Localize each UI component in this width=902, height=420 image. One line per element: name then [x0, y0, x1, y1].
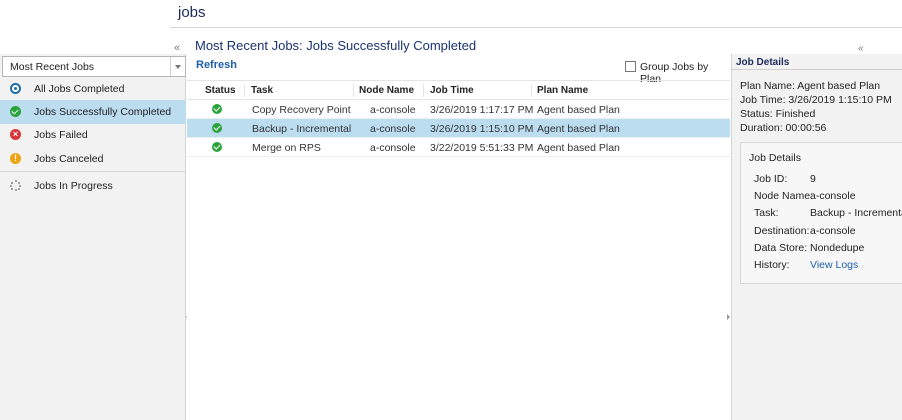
column-divider — [353, 84, 354, 97]
sidebar-item-label: Jobs Canceled — [34, 153, 104, 165]
header-divider — [170, 27, 902, 28]
cell-node-name: a-console — [370, 142, 416, 154]
cell-node-name: a-console — [370, 104, 416, 116]
sidebar-item-jobs-in-progress[interactable]: Jobs In Progress — [0, 174, 186, 198]
job-filter-sidebar: Most Recent Jobs All Jobs Completed Jobs… — [0, 54, 186, 420]
cell-plan-name: Agent based Plan — [537, 104, 620, 116]
view-logs-link[interactable]: View Logs — [810, 259, 858, 271]
cell-job-time: 3/26/2019 1:15:10 PM — [430, 123, 534, 135]
job-details-heading: Job Details — [736, 57, 790, 68]
detail-value-destination: a-console — [810, 225, 856, 237]
sidebar-item-label: Jobs Failed — [34, 129, 88, 141]
summary-status: Status: Finished — [740, 108, 816, 120]
target-icon — [10, 83, 21, 94]
sidebar-item-jobs-successfully-completed[interactable]: Jobs Successfully Completed — [0, 100, 186, 124]
success-check-icon — [212, 123, 222, 133]
cell-task: Backup - Incremental — [252, 123, 352, 135]
cell-task: Copy Recovery Point — [252, 104, 351, 116]
job-details-box: Job Details Job ID: 9 Node Name: a-conso… — [740, 142, 902, 284]
job-details-header: Job Details — [732, 54, 902, 70]
table-row[interactable]: Merge on RPS a-console 3/22/2019 5:51:33… — [187, 138, 730, 157]
collapse-right-panel-icon[interactable]: « — [858, 43, 864, 54]
error-circle-icon: × — [10, 129, 21, 140]
column-divider — [531, 84, 532, 97]
summary-job-time: Job Time: 3/26/2019 1:15:10 PM — [740, 94, 892, 106]
job-filter-dropdown[interactable]: Most Recent Jobs — [2, 56, 186, 77]
sidebar-item-jobs-failed[interactable]: × Jobs Failed — [0, 123, 186, 147]
detail-value-task: Backup - Incremental — [810, 207, 902, 219]
detail-label-task: Task: — [754, 207, 779, 219]
sidebar-item-all-jobs-completed[interactable]: All Jobs Completed — [0, 77, 186, 101]
cell-task: Merge on RPS — [252, 142, 321, 154]
sidebar-item-label: All Jobs Completed — [34, 83, 125, 95]
detail-value-data-store: Nondedupe — [810, 242, 865, 254]
page-title: Most Recent Jobs: Jobs Successfully Comp… — [195, 38, 477, 53]
job-details-box-title: Job Details — [749, 152, 801, 164]
jobs-grid-panel: Refresh Group Jobs by Plan Status Task N… — [187, 54, 730, 420]
column-header-status[interactable]: Status — [205, 85, 236, 96]
warning-circle-icon: ! — [10, 153, 21, 164]
cell-job-time: 3/22/2019 5:51:33 PM — [430, 142, 534, 154]
collapse-left-panel-icon[interactable]: « — [174, 42, 180, 54]
column-divider — [244, 84, 245, 97]
cell-plan-name: Agent based Plan — [537, 142, 620, 154]
cell-plan-name: Agent based Plan — [537, 123, 620, 135]
column-header-job-time[interactable]: Job Time — [430, 85, 474, 96]
column-header-node-name[interactable]: Node Name — [359, 85, 414, 96]
sidebar-item-label: Jobs Successfully Completed — [34, 106, 172, 118]
detail-value-job-id: 9 — [810, 173, 816, 185]
table-row[interactable]: Copy Recovery Point a-console 3/26/2019 … — [187, 100, 730, 119]
refresh-button[interactable]: Refresh — [196, 59, 237, 71]
table-row[interactable]: Backup - Incremental a-console 3/26/2019… — [187, 119, 730, 138]
detail-label-history: History: — [754, 259, 790, 271]
summary-duration: Duration: 00:00:56 — [740, 122, 827, 134]
detail-value-node-name: a-console — [810, 190, 856, 202]
column-header-task[interactable]: Task — [251, 85, 273, 96]
group-jobs-by-plan-checkbox[interactable] — [625, 61, 636, 72]
cell-node-name: a-console — [370, 123, 416, 135]
table-header: Status Task Node Name Job Time Plan Name — [187, 80, 730, 100]
sidebar-item-label: Jobs In Progress — [34, 180, 113, 192]
top-bar: jobs — [0, 0, 902, 30]
summary-plan-name: Plan Name: Agent based Plan — [740, 80, 881, 92]
sidebar-item-jobs-canceled[interactable]: ! Jobs Canceled — [0, 147, 186, 171]
column-divider — [423, 84, 424, 97]
job-filter-selected-value: Most Recent Jobs — [10, 61, 95, 73]
detail-label-node-name: Node Name: — [754, 190, 813, 202]
sidebar-divider — [0, 171, 186, 172]
cell-job-time: 3/26/2019 1:17:17 PM — [430, 104, 534, 116]
spinner-icon — [10, 180, 21, 191]
check-circle-icon — [10, 106, 21, 117]
success-check-icon — [212, 142, 222, 152]
chevron-down-icon[interactable] — [170, 57, 185, 76]
detail-label-job-id: Job ID: — [754, 173, 788, 185]
detail-label-data-store: Data Store: — [754, 242, 808, 254]
column-header-plan-name[interactable]: Plan Name — [537, 85, 588, 96]
job-details-panel: Job Details Plan Name: Agent based Plan … — [731, 54, 902, 420]
page-tab-jobs[interactable]: jobs — [178, 4, 206, 21]
success-check-icon — [212, 104, 222, 114]
detail-label-destination: Destination: — [754, 225, 810, 237]
